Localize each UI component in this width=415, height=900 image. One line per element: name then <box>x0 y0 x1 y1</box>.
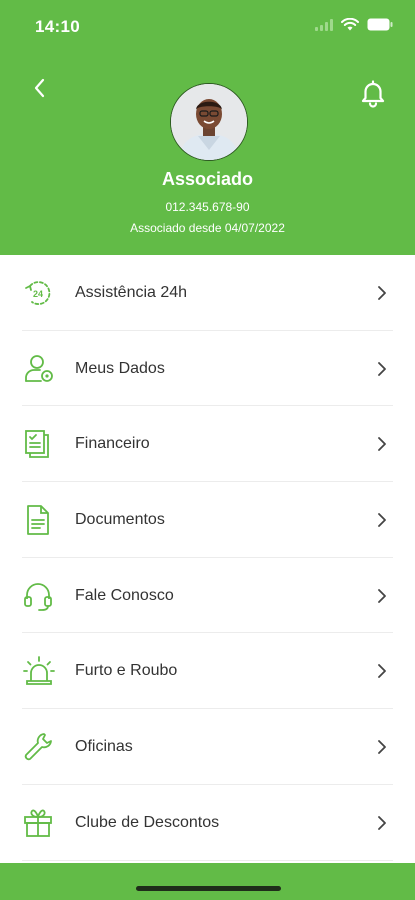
menu-list: 24 Assistência 24h Meus Dados Financeiro <box>0 255 415 861</box>
chevron-right-icon <box>378 740 386 755</box>
home-indicator[interactable] <box>136 886 281 891</box>
user-photo <box>171 84 247 160</box>
bottom-bar <box>0 863 415 900</box>
menu-item-fale-conosco[interactable]: Fale Conosco <box>22 558 393 634</box>
chevron-right-icon <box>378 664 386 679</box>
menu-item-label: Furto e Roubo <box>75 662 178 680</box>
avatar[interactable] <box>170 83 248 161</box>
notifications-bell-icon[interactable] <box>358 78 388 108</box>
status-bar: 14:10 <box>0 0 415 50</box>
chevron-right-icon <box>378 437 386 452</box>
chevron-right-icon <box>378 361 386 376</box>
chevron-right-icon <box>378 513 386 527</box>
document-icon <box>27 505 49 535</box>
menu-item-label: Assistência 24h <box>75 284 188 301</box>
menu-item-label: Clube de Descontos <box>75 813 220 831</box>
chevron-right-icon <box>378 286 386 300</box>
menu-item-oficinas[interactable]: Oficinas <box>22 709 393 785</box>
menu-item-financeiro[interactable]: Financeiro <box>22 406 393 483</box>
wrench-icon <box>24 733 52 761</box>
gift-icon <box>24 809 52 837</box>
signal-icon <box>315 18 333 31</box>
invoice-icon <box>25 430 49 459</box>
user-settings-icon <box>25 354 53 382</box>
battery-icon <box>367 18 393 31</box>
clock-24h-icon: 24 <box>25 281 51 305</box>
profile-name: Associado <box>161 169 254 189</box>
chevron-right-icon <box>378 588 386 603</box>
menu-item-label: Meus Dados <box>75 359 165 377</box>
menu-item-label: Documentos <box>75 511 165 529</box>
menu-item-documentos[interactable]: Documentos <box>22 482 393 558</box>
wifi-icon <box>341 18 359 31</box>
member-since: Associado desde 04/07/2022 <box>130 221 285 235</box>
svg-text:24: 24 <box>33 289 43 299</box>
status-icons <box>315 18 393 31</box>
headset-icon <box>24 582 52 611</box>
menu-item-clube-de-descontos[interactable]: Clube de Descontos <box>22 785 393 861</box>
alarm-siren-icon <box>23 656 55 686</box>
menu-item-label: Oficinas <box>75 738 133 756</box>
menu-item-furto-e-roubo[interactable]: Furto e Roubo <box>22 633 393 710</box>
menu-item-label: Fale Conosco <box>75 586 174 604</box>
chevron-right-icon <box>378 815 386 830</box>
profile-header: 14:10 Associado 012.345.678-90 Associado… <box>0 0 415 255</box>
back-button[interactable] <box>28 76 52 100</box>
menu-item-meus-dados[interactable]: Meus Dados <box>22 331 393 407</box>
menu-item-assistencia-24h[interactable]: 24 Assistência 24h <box>22 255 393 331</box>
profile-document: 012.345.678-90 <box>165 200 250 214</box>
menu-item-label: Financeiro <box>75 435 150 453</box>
status-time: 14:10 <box>35 17 80 36</box>
